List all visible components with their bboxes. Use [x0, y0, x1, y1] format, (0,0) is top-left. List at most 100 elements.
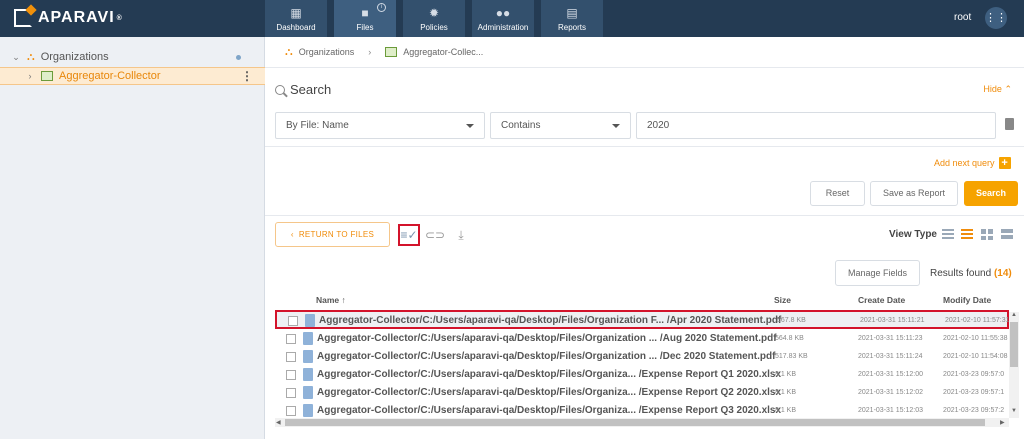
view-detail-list-icon[interactable]	[961, 229, 973, 240]
table-row[interactable]: Aggregator-Collector/C:/Users/aparavi-qa…	[275, 330, 1009, 349]
file-name[interactable]: Aggregator-Collector/C:/Users/aparavi-qa…	[319, 315, 781, 326]
breadcrumb: ⛬ Organizations › Aggregator-Collec...	[265, 37, 1024, 68]
divider	[265, 146, 1024, 147]
file-name[interactable]: Aggregator-Collector/C:/Users/aparavi-qa…	[317, 369, 781, 380]
file-name[interactable]: Aggregator-Collector/C:/Users/aparavi-qa…	[317, 351, 775, 362]
search-header: Search Hide ⌃	[265, 68, 1024, 112]
organizations-icon: ⛬	[27, 50, 35, 63]
table-row[interactable]: Aggregator-Collector/C:/Users/aparavi-qa…	[275, 348, 1009, 367]
column-header-name[interactable]: Name ↑	[316, 295, 346, 305]
horizontal-scrollbar[interactable]: ◀ ▶	[275, 418, 1009, 427]
file-create-date: 2021-03-31 15:11:23	[858, 335, 923, 342]
scrollbar-thumb[interactable]	[1010, 322, 1018, 367]
view-grid-icon[interactable]	[981, 229, 993, 240]
select-columns-icon[interactable]: ≡✓	[398, 224, 420, 246]
file-name[interactable]: Aggregator-Collector/C:/Users/aparavi-qa…	[317, 333, 777, 344]
folder-icon: ■	[361, 5, 369, 20]
view-list-icon[interactable]	[942, 229, 954, 240]
tree-item-aggregator-collector[interactable]: › Aggregator-Collector ⋮	[0, 67, 265, 85]
search-button[interactable]: Search	[964, 181, 1018, 206]
row-checkbox[interactable]	[286, 352, 296, 362]
search-icon	[275, 84, 285, 95]
file-icon	[303, 332, 313, 345]
hide-toggle[interactable]: Hide ⌃	[983, 84, 1012, 95]
sort-up-icon: ↑	[341, 295, 346, 305]
dashboard-icon: ▦	[290, 5, 302, 20]
breadcrumb-collector[interactable]: Aggregator-Collec...	[403, 47, 483, 57]
file-name[interactable]: Aggregator-Collector/C:/Users/aparavi-qa…	[317, 387, 781, 398]
search-operator-value: Contains	[501, 120, 541, 131]
search-field-select[interactable]: By File: Name	[275, 112, 485, 139]
file-icon	[303, 368, 313, 381]
save-as-report-button[interactable]: Save as Report	[870, 181, 958, 206]
user-name[interactable]: root	[954, 12, 971, 23]
file-icon	[303, 404, 313, 417]
more-options-icon[interactable]: ⋮	[241, 69, 253, 83]
manage-fields-button[interactable]: Manage Fields	[835, 260, 920, 286]
file-modify-date: 2021-02-10 11:55:38	[943, 335, 1008, 342]
nav-policies[interactable]: ✹ Policies	[403, 0, 465, 37]
row-checkbox[interactable]	[288, 316, 298, 326]
file-name[interactable]: Aggregator-Collector/C:/Users/aparavi-qa…	[317, 405, 781, 416]
apps-grid-icon[interactable]: ⋮⋮	[985, 7, 1007, 29]
row-checkbox[interactable]	[286, 370, 296, 380]
scroll-right-icon[interactable]: ▶	[1000, 419, 1005, 426]
file-create-date: 2021-03-31 15:12:00	[858, 371, 923, 378]
view-type-label: View Type	[889, 229, 937, 240]
table-row[interactable]: Aggregator-Collector/C:/Users/aparavi-qa…	[275, 366, 1009, 385]
chevron-down-icon[interactable]: ⌄	[10, 52, 22, 63]
organizations-icon: ⛬	[285, 45, 293, 58]
nav-label: Policies	[420, 22, 448, 32]
search-title: Search	[275, 82, 331, 97]
table-row[interactable]: Aggregator-Collector/C:/Users/aparavi-qa…	[275, 384, 1009, 403]
row-checkbox[interactable]	[286, 388, 296, 398]
nav-files[interactable]: ■ Files i	[334, 0, 396, 37]
view-compact-icon[interactable]	[1001, 229, 1013, 240]
search-field-value: By File: Name	[286, 120, 349, 131]
file-create-date: 2021-03-31 15:12:03	[858, 407, 923, 414]
nav-dashboard[interactable]: ▦ Dashboard	[265, 0, 327, 37]
scroll-up-icon[interactable]: ▲	[1011, 312, 1017, 318]
sidebar: ⌄ ⛬ Organizations › Aggregator-Collector…	[0, 37, 265, 439]
nav-label: Dashboard	[276, 22, 316, 32]
tree-item-label: Aggregator-Collector	[59, 70, 161, 82]
file-create-date: 2021-03-31 15:11:21	[860, 317, 925, 324]
top-bar: APARAVI ® ▦ Dashboard ■ Files i ✹ Policie…	[0, 0, 1024, 37]
trash-icon[interactable]	[1005, 118, 1014, 130]
breadcrumb-organizations[interactable]: Organizations	[299, 47, 355, 57]
scroll-left-icon[interactable]: ◀	[276, 419, 281, 426]
scrollbar-thumb[interactable]	[285, 419, 985, 426]
column-header-create-date[interactable]: Create Date	[858, 295, 905, 305]
file-size: 517.83 KB	[775, 353, 808, 360]
row-checkbox[interactable]	[286, 334, 296, 344]
hide-label: Hide	[983, 84, 1002, 94]
return-label: RETURN TO FILES	[298, 230, 375, 239]
nav-label: Administration	[477, 22, 529, 32]
add-query-label: Add next query	[934, 158, 995, 168]
nav-administration[interactable]: ●● Administration	[472, 0, 534, 37]
reset-button[interactable]: Reset	[810, 181, 865, 206]
column-header-modify-date[interactable]: Modify Date	[943, 295, 991, 305]
tree-item-organizations[interactable]: ⌄ ⛬ Organizations	[0, 48, 265, 66]
collector-icon	[41, 71, 53, 81]
vertical-scrollbar[interactable]: ▲ ▼	[1009, 312, 1019, 418]
nav-label: Reports	[557, 22, 586, 32]
link-icon[interactable]: ⊂⊃	[424, 224, 446, 246]
file-create-date: 2021-03-31 15:11:24	[858, 353, 923, 360]
chevron-right-icon[interactable]: ›	[24, 71, 36, 81]
search-operator-select[interactable]: Contains	[490, 112, 631, 139]
add-next-query[interactable]: Add next query +	[934, 157, 1011, 169]
aparavi-logo[interactable]: APARAVI ®	[14, 8, 123, 28]
status-dot	[236, 55, 241, 60]
column-header-size[interactable]: Size	[774, 295, 791, 305]
return-to-files-button[interactable]: ‹ RETURN TO FILES	[275, 222, 390, 247]
plus-icon: +	[998, 157, 1011, 169]
search-value-input[interactable]: 2020	[636, 112, 996, 139]
nav-reports[interactable]: ▤ Reports	[541, 0, 603, 37]
info-icon[interactable]: i	[377, 3, 386, 12]
file-icon	[305, 314, 315, 327]
scroll-down-icon[interactable]: ▼	[1011, 408, 1017, 414]
table-row[interactable]: Aggregator-Collector/C:/Users/aparavi-qa…	[275, 310, 1009, 329]
row-checkbox[interactable]	[286, 406, 296, 416]
download-icon[interactable]: ⤓	[450, 224, 472, 246]
